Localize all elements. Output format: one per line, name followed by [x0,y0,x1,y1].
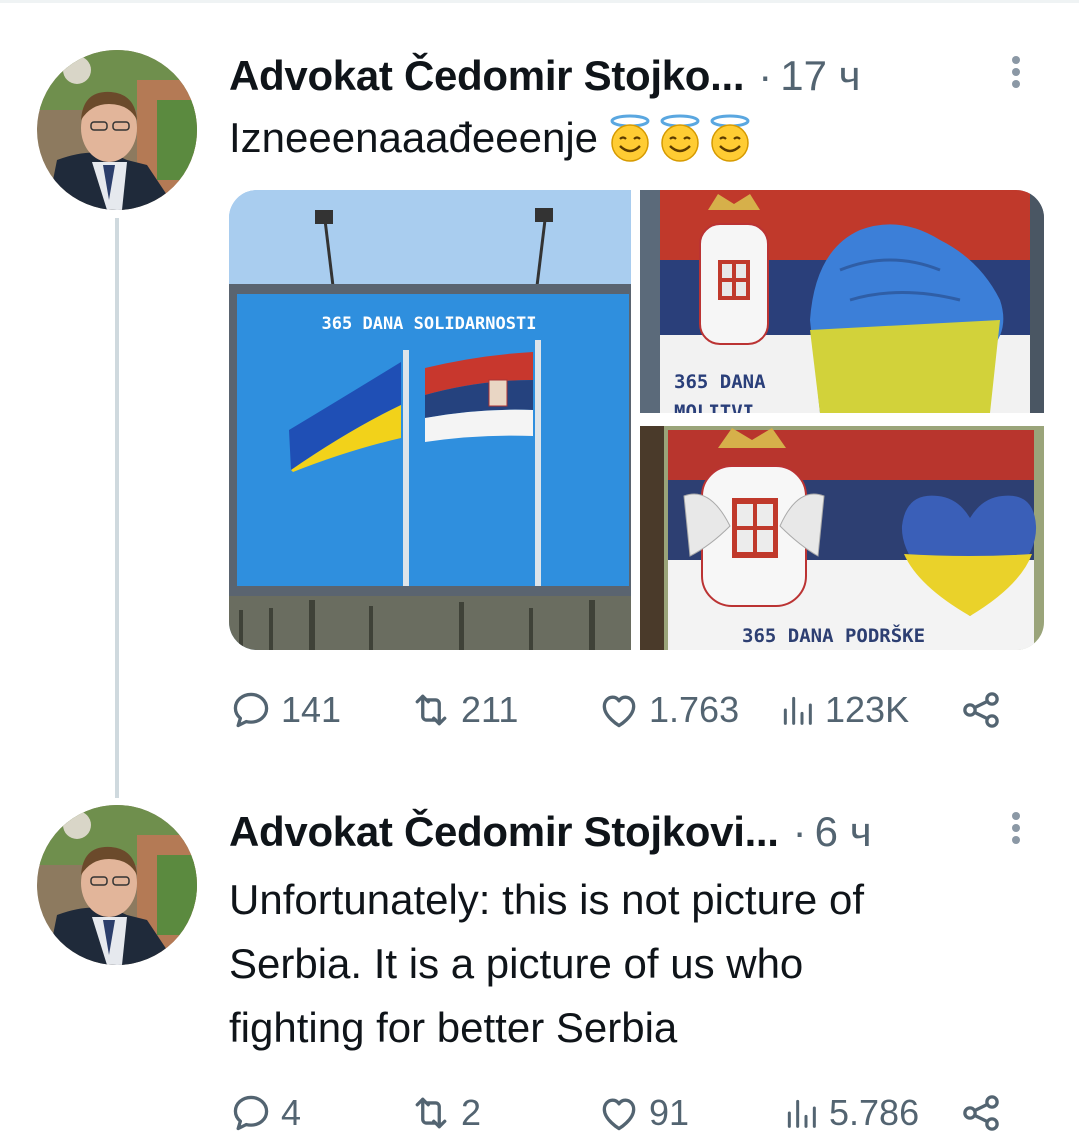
halo-smile-icon [710,114,750,162]
tweet-text: Unfortunately: this is not picture of Se… [229,868,1029,1060]
tweet-text: Izneeenaaađeeenje [229,106,1029,170]
views-count: 123K [825,689,910,730]
author-name[interactable]: Advokat Čedomir Stojko... [229,52,745,100]
like-icon [602,695,636,728]
tweet-header: Advokat Čedomir Stojko... · 17 ч [229,46,861,106]
views-icon [787,1099,816,1128]
reply-button[interactable]: 4 [229,1088,301,1136]
halo-smile-icon [610,114,650,162]
tweet-header: Advokat Čedomir Stojkovi... · 6 ч [229,802,872,862]
billboard-caption-left: 365 DANA SOLIDARNOSTI [322,314,537,334]
more-options-icon[interactable] [1007,52,1025,92]
media-grid: 365 DANA SOLIDARNOSTI 365 DANA MOLITVI 3… [229,190,1044,650]
media-photo-billboard-flags[interactable]: 365 DANA SOLIDARNOSTI [229,190,631,650]
reply-button[interactable]: 141 [229,685,341,735]
tweet-actions: 4 2 91 5.786 [229,1088,1019,1136]
retweet-icon [415,694,447,726]
retweet-button[interactable]: 211 [409,685,518,735]
separator-dot: · [792,808,807,855]
retweet-count: 211 [461,689,519,730]
thread-line [115,218,119,798]
billboard-caption-hands-cut: MOLITVI [674,401,754,413]
views-icon [783,696,812,725]
avatar[interactable] [37,805,197,965]
avatar[interactable] [37,50,197,210]
billboard-caption-hands: 365 DANA [674,371,766,393]
emoji-row [606,113,756,163]
tweet[interactable]: Advokat Čedomir Stojkovi... · 6 ч Unfort… [0,790,1079,1136]
timestamp[interactable]: 6 ч [815,808,872,856]
retweet-icon [415,1097,447,1129]
tweet-text-line: fighting for better Serbia [229,1004,678,1051]
reply-count: 141 [281,689,342,730]
reply-count: 4 [281,1092,302,1133]
retweet-button[interactable]: 2 [409,1088,481,1136]
like-count: 91 [649,1092,690,1133]
more-options-icon[interactable] [1007,808,1025,848]
like-count: 1.763 [649,689,740,730]
views-button[interactable]: 123K [777,685,909,735]
billboard-caption-heart: 365 DANA PODRŠKE [742,623,925,647]
tweet[interactable]: Advokat Čedomir Stojko... · 17 ч Izneeen… [0,0,1079,798]
share-icon [963,692,999,728]
tweet-text-line: Unfortunately: this is not picture of [229,876,864,923]
like-icon [602,1098,636,1131]
reply-icon [233,692,269,728]
share-icon [963,1095,999,1131]
like-button[interactable]: 91 [597,1088,689,1136]
reply-icon [233,1095,269,1131]
separator-dot: · [758,52,773,99]
retweet-count: 2 [461,1092,482,1133]
tweet-text-line: Serbia. It is a picture of us who [229,940,804,987]
tweet-actions: 141 211 1.763 123K [229,685,1019,735]
share-button[interactable] [959,685,1003,735]
views-count: 5.786 [829,1092,920,1133]
tweet-text-content: Izneeenaaađeeenje [229,114,599,161]
media-photo-billboard-hands[interactable]: 365 DANA MOLITVI [640,190,1044,413]
author-name[interactable]: Advokat Čedomir Stojkovi... [229,808,779,856]
halo-smile-icon [660,114,700,162]
views-button[interactable]: 5.786 [781,1088,919,1136]
like-button[interactable]: 1.763 [597,685,739,735]
avatar-image [37,50,197,210]
avatar-image [37,805,197,965]
share-button[interactable] [959,1088,1003,1136]
timestamp[interactable]: 17 ч [780,52,860,100]
media-photo-billboard-heart[interactable]: 365 DANA PODRŠKE [640,426,1044,650]
